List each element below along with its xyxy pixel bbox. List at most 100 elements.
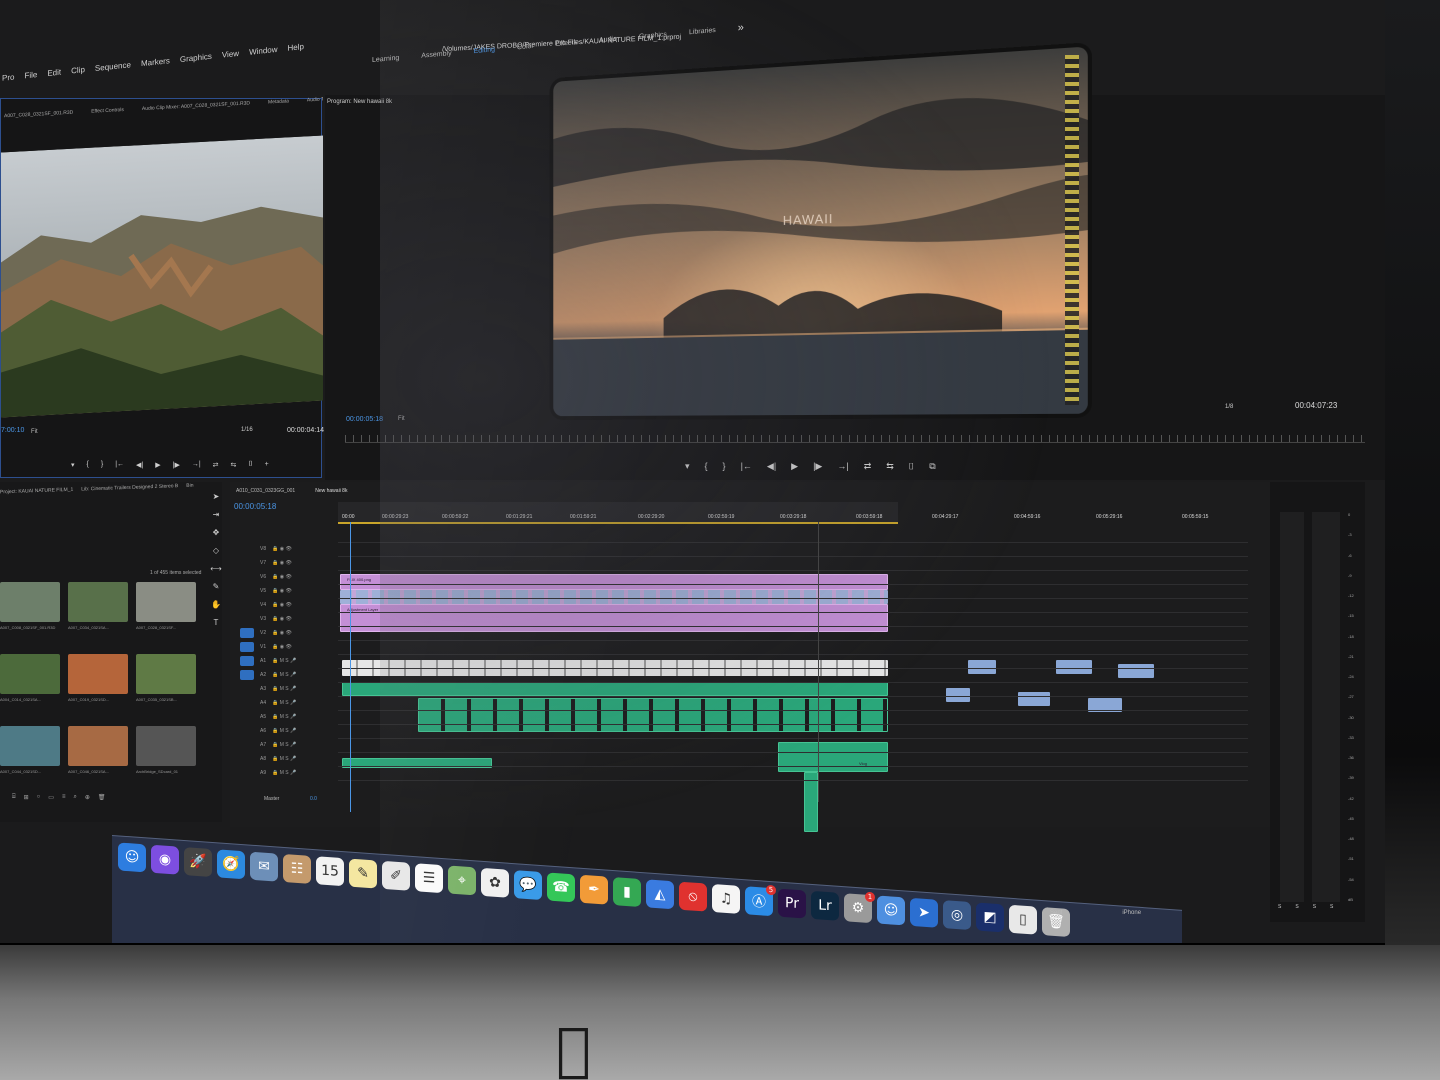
play-icon[interactable]: ▶ xyxy=(791,461,798,472)
program-time-ruler[interactable] xyxy=(345,435,1365,443)
track-header[interactable]: V8 🔒 ◉ 👁 xyxy=(240,542,338,556)
track-toggle-icons[interactable]: 🔒 ◉ 👁 xyxy=(272,574,292,580)
icon-view-icon[interactable]: ⊞ xyxy=(24,794,29,801)
bin-folder[interactable]: ArchBridge_SDcard_01 xyxy=(136,726,198,784)
extract-icon[interactable]: ⇆ xyxy=(886,461,894,472)
safari-icon[interactable]: 🧭 xyxy=(217,849,245,880)
comparison-view-icon[interactable]: ⧉ xyxy=(929,461,935,472)
tab-bin[interactable]: Bin xyxy=(186,483,193,489)
solo-button[interactable]: S xyxy=(1330,904,1333,910)
graphic-clip[interactable] xyxy=(968,660,996,674)
track-toggle-icons[interactable]: 🔒 ◉ 👁 xyxy=(272,630,292,636)
siri-icon[interactable]: ◉ xyxy=(151,844,179,875)
overwrite-icon[interactable]: ⇆ xyxy=(231,461,237,469)
menu-window[interactable]: Window xyxy=(249,44,277,56)
master-volume-value[interactable]: 0.0 xyxy=(310,796,317,802)
step-forward-icon[interactable]: |▶ xyxy=(173,461,180,469)
mark-in-icon[interactable]: { xyxy=(87,461,89,469)
tab-metadata[interactable]: Metadata xyxy=(268,98,289,129)
go-to-out-icon[interactable]: →| xyxy=(837,461,848,472)
tab-audio-track-mixer[interactable]: Audio Track Mixe xyxy=(307,97,323,128)
add-marker-icon[interactable]: ▾ xyxy=(685,461,690,472)
track-target-toggle[interactable] xyxy=(240,712,254,722)
track-header[interactable]: V5 🔒 ◉ 👁 xyxy=(240,584,338,598)
new-item-icon[interactable]: ⊕ xyxy=(85,794,90,801)
video-clips-v1[interactable] xyxy=(342,682,888,696)
track-target-toggle[interactable] xyxy=(240,558,254,568)
keynote-icon[interactable]: ◭ xyxy=(646,879,674,910)
textedit-icon[interactable]: ✐ xyxy=(382,860,410,891)
add-marker-icon[interactable]: ▾ xyxy=(71,461,75,469)
tab-library[interactable]: Lib: Cinematic Trailers Designed 2 Stere… xyxy=(81,483,178,492)
step-back-icon[interactable]: ◀| xyxy=(767,461,776,472)
razor-tool-icon[interactable]: ◇ xyxy=(213,546,219,555)
selection-tool-icon[interactable]: ➤ xyxy=(213,492,220,501)
launchpad-icon[interactable]: 🚀 xyxy=(184,847,212,877)
bin-item[interactable]: A004_C014_0321SA... xyxy=(0,654,62,712)
solo-button[interactable]: S xyxy=(1295,904,1298,910)
graphic-clip[interactable] xyxy=(1056,660,1092,674)
music-icon[interactable]: ♫ xyxy=(712,883,740,914)
lightroom-icon[interactable]: Lr xyxy=(811,890,839,921)
fx-overlay-clip[interactable]: FLIX 400.png xyxy=(340,574,888,590)
mail-stamp-icon[interactable]: ✉ xyxy=(250,851,278,882)
adjustment-layer-clip[interactable]: Adjustment Layer xyxy=(340,604,888,632)
finder-icon[interactable]: ☺ xyxy=(118,842,146,873)
pages-icon[interactable]: ✒ xyxy=(580,874,608,905)
program-fit-select[interactable]: Fit xyxy=(398,416,405,422)
track-header[interactable]: A9 🔒 M S 🎤 xyxy=(240,766,338,780)
bin-item[interactable]: A007_C035_0321SB... xyxy=(136,654,198,712)
solo-button[interactable]: S xyxy=(1278,904,1281,910)
find-icon[interactable]: ⌕ xyxy=(73,794,76,801)
graphic-clip[interactable] xyxy=(946,688,970,702)
graphic-clip[interactable] xyxy=(1018,692,1050,706)
bin-item[interactable]: A007_C008_0321SF_001.R3D xyxy=(0,582,62,640)
sfx-clips-stack[interactable] xyxy=(804,772,818,832)
tab-color[interactable]: Color xyxy=(517,42,534,50)
tab-project[interactable]: Project: KAUAI NATURE FILM_1 xyxy=(0,487,73,496)
step-forward-icon[interactable]: |▶ xyxy=(813,461,822,472)
zoom-slider-icon[interactable]: ○ xyxy=(37,794,41,801)
app-store-icon[interactable]: Ⓐ 5 xyxy=(745,884,776,917)
track-header[interactable]: A3 🔒 M S 🎤 xyxy=(240,682,338,696)
track-target-toggle[interactable] xyxy=(240,614,254,624)
timeline-ruler[interactable]: 00:00 00:00:29:23 00:00:59:22 00:01:29:2… xyxy=(338,502,1268,528)
reminders-icon[interactable]: ☰ xyxy=(415,863,443,894)
track-toggle-icons[interactable]: 🔒 M S 🎤 xyxy=(272,742,296,748)
solo-button[interactable]: S xyxy=(1313,904,1316,910)
lift-icon[interactable]: ⇄ xyxy=(864,461,872,472)
track-header[interactable]: A6 🔒 M S 🎤 xyxy=(240,724,338,738)
track-toggle-icons[interactable]: 🔒 M S 🎤 xyxy=(272,658,296,664)
menu-edit[interactable]: Edit xyxy=(47,67,61,77)
mark-in-icon[interactable]: { xyxy=(705,461,708,472)
track-target-toggle[interactable] xyxy=(240,684,254,694)
button-editor-icon[interactable]: + xyxy=(265,461,269,469)
numbers-icon[interactable]: ▮ xyxy=(613,877,641,907)
system-preferences-icon[interactable]: ⚙ 1 xyxy=(844,891,875,924)
tab-source-clip[interactable]: A007_C028_0321SF_001.R3D xyxy=(4,110,73,144)
lock-icon[interactable]: ⌸ xyxy=(12,794,16,801)
go-to-in-icon[interactable]: |← xyxy=(741,461,752,472)
migration-icon[interactable]: ☺ xyxy=(877,895,905,926)
freeform-view-icon[interactable]: ▭ xyxy=(48,794,54,801)
export-frame-icon[interactable]: ⌷ xyxy=(248,461,252,469)
image-sequence-clip[interactable] xyxy=(340,590,888,604)
audio-clips-a3[interactable]: Vlog xyxy=(778,742,888,772)
timeline-tracks[interactable]: FLIX 400.png Adjustment Layer Vlog xyxy=(338,542,1258,832)
track-target-toggle[interactable] xyxy=(240,600,254,610)
premiere-pro-icon[interactable]: Pr xyxy=(778,888,806,919)
track-target-toggle[interactable] xyxy=(240,572,254,582)
tab-sequence-clip[interactable]: A010_C031_0323GG_001 xyxy=(236,488,295,494)
tab-audio-clip-mixer[interactable]: Audio Clip Mixer: A007_C028_0321SF_001.R… xyxy=(142,100,250,136)
track-target-toggle[interactable] xyxy=(240,740,254,750)
source-fit-select[interactable]: Fit xyxy=(31,429,38,435)
type-tool-icon[interactable]: T xyxy=(214,618,219,627)
track-toggle-icons[interactable]: 🔒 ◉ 👁 xyxy=(272,644,292,650)
news-icon[interactable]: ⦸ xyxy=(679,881,707,912)
tab-libraries[interactable]: Libraries xyxy=(689,26,716,35)
document-icon[interactable]: ▯ xyxy=(1009,904,1037,935)
tab-editing[interactable]: Editing xyxy=(474,46,495,55)
track-target-toggle[interactable] xyxy=(240,670,254,680)
track-target-toggle[interactable] xyxy=(240,656,254,666)
pen-tool-icon[interactable]: ✎ xyxy=(213,582,220,591)
